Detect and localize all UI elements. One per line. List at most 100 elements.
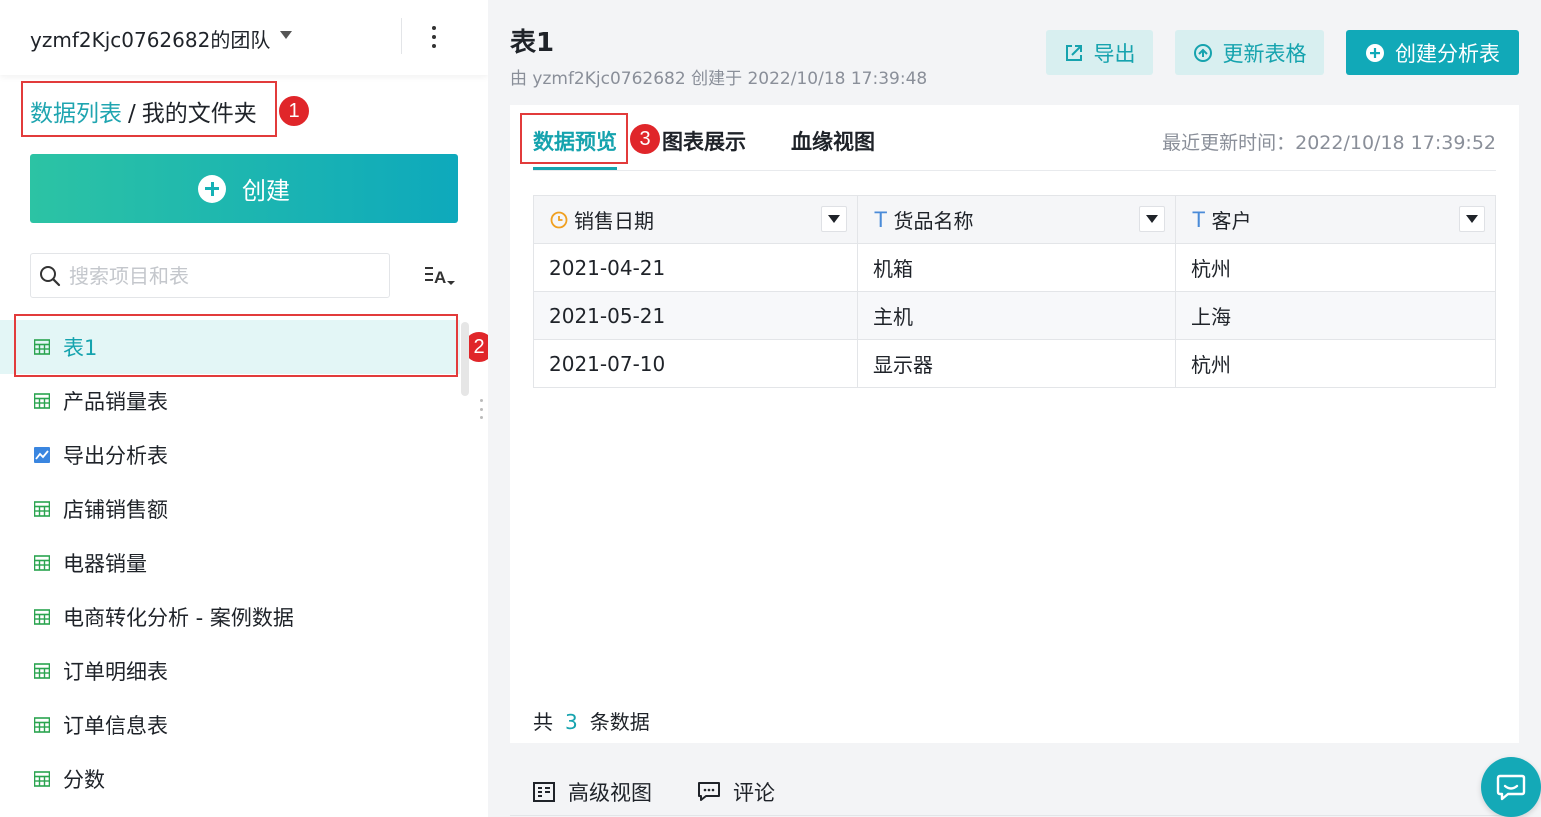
column-header-customer: T 客户 bbox=[1176, 196, 1495, 243]
refresh-icon bbox=[1193, 43, 1212, 62]
table-cell: 2021-04-21 bbox=[534, 244, 858, 291]
scrollbar[interactable] bbox=[461, 322, 469, 396]
list-item[interactable]: 导出分析表 bbox=[0, 428, 460, 482]
export-button[interactable]: 导出 bbox=[1046, 30, 1153, 75]
data-table: 销售日期 T 货品名称 T 客户 2021-04-21 机箱 杭州 2021-0… bbox=[533, 195, 1496, 388]
list-item-label: 订单信息表 bbox=[63, 714, 168, 738]
search-box bbox=[30, 253, 390, 298]
table-icon bbox=[34, 717, 50, 733]
advanced-view-icon bbox=[533, 782, 555, 802]
item-list: 表1 产品销量表 导出分析表 店铺销售额 电器销量 电商转化分析 - 案例数据 … bbox=[0, 320, 460, 806]
list-item-label: 电器销量 bbox=[63, 552, 147, 576]
team-bar: yzmf2Kjc0762682的团队 bbox=[0, 0, 488, 75]
clock-icon bbox=[550, 211, 568, 228]
search-icon bbox=[40, 265, 61, 286]
table-icon bbox=[34, 501, 50, 517]
comment-icon bbox=[698, 782, 720, 801]
advanced-view-button[interactable]: 高级视图 bbox=[533, 777, 652, 807]
export-icon bbox=[1065, 44, 1082, 61]
table-icon bbox=[34, 771, 50, 787]
chat-icon bbox=[1496, 774, 1526, 801]
text-type-icon: T bbox=[874, 206, 888, 232]
table-cell: 机箱 bbox=[858, 244, 1176, 291]
tab-chart-display[interactable]: 图表展示 bbox=[662, 126, 746, 156]
text-type-icon: T bbox=[1192, 206, 1206, 232]
list-item-label: 电商转化分析 - 案例数据 bbox=[63, 606, 294, 630]
table-icon bbox=[34, 393, 50, 409]
sort-icon[interactable]: A bbox=[422, 262, 456, 290]
list-item[interactable]: 电商转化分析 - 案例数据 bbox=[0, 590, 460, 644]
annotation-box-2 bbox=[14, 314, 458, 377]
list-item[interactable]: 分数 bbox=[0, 752, 460, 806]
list-item[interactable]: 店铺销售额 bbox=[0, 482, 460, 536]
comments-button[interactable]: 评论 bbox=[698, 777, 775, 807]
tab-lineage-view[interactable]: 血缘视图 bbox=[791, 126, 875, 156]
create-button[interactable]: 创建 bbox=[30, 154, 458, 223]
table-cell: 杭州 bbox=[1191, 353, 1231, 377]
column-dropdown-button[interactable] bbox=[1459, 206, 1485, 232]
row-count-suffix: 条数据 bbox=[589, 710, 650, 734]
table-header: 销售日期 T 货品名称 T 客户 bbox=[534, 196, 1495, 243]
main-panel: 表1 由 yzmf2Kjc0762682 创建于 2022/10/18 17:3… bbox=[488, 0, 1541, 817]
list-item[interactable]: 产品销量表 bbox=[0, 374, 460, 428]
annotation-box-1 bbox=[21, 81, 277, 137]
column-label: 客户 bbox=[1211, 209, 1252, 233]
list-item-label: 导出分析表 bbox=[63, 444, 168, 468]
list-item[interactable]: 电器销量 bbox=[0, 536, 460, 590]
list-item[interactable]: 订单信息表 bbox=[0, 698, 460, 752]
column-header-product-name: T 货品名称 bbox=[858, 196, 1176, 243]
divider bbox=[401, 18, 402, 54]
bottom-toolbar: 高级视图 评论 bbox=[510, 763, 1519, 817]
table-cell: 杭州 bbox=[1191, 257, 1231, 281]
list-item-label: 产品销量表 bbox=[63, 390, 168, 414]
create-button-label: 创建 bbox=[242, 177, 290, 205]
support-chat-button[interactable] bbox=[1481, 757, 1541, 817]
row-count: 共 3 条数据 bbox=[533, 706, 650, 735]
bottom-divider bbox=[510, 815, 1519, 816]
search-input[interactable] bbox=[69, 263, 369, 288]
annotation-box-3 bbox=[520, 113, 628, 164]
table-cell: 上海 bbox=[1191, 305, 1231, 329]
last-update-time: 最近更新时间：2022/10/18 17:39:52 bbox=[1162, 132, 1496, 154]
list-item-label: 分数 bbox=[63, 768, 105, 792]
page-subtitle: 由 yzmf2Kjc0762682 创建于 2022/10/18 17:39:4… bbox=[510, 69, 928, 89]
analysis-chart-icon bbox=[34, 447, 50, 463]
plus-circle-icon bbox=[198, 174, 226, 203]
column-header-sales-date: 销售日期 bbox=[534, 196, 858, 243]
sidebar: yzmf2Kjc0762682的团队 数据列表/我的文件夹 1 创建 A 表1 bbox=[0, 0, 495, 817]
table-row: 2021-04-21 机箱 杭州 bbox=[534, 243, 1495, 291]
column-dropdown-button[interactable] bbox=[1139, 206, 1165, 232]
advanced-view-label: 高级视图 bbox=[568, 781, 652, 805]
export-button-label: 导出 bbox=[1093, 41, 1136, 66]
table-row: 2021-05-21 主机 上海 bbox=[534, 291, 1495, 339]
table-row: 2021-07-10 显示器 杭州 bbox=[534, 339, 1495, 387]
table-icon bbox=[34, 663, 50, 679]
team-dropdown-caret-icon[interactable] bbox=[280, 31, 292, 39]
table-icon bbox=[34, 555, 50, 571]
annotation-badge-1: 1 bbox=[278, 95, 310, 127]
plus-circle-icon bbox=[1366, 43, 1384, 62]
team-name[interactable]: yzmf2Kjc0762682的团队 bbox=[30, 24, 270, 53]
column-label: 销售日期 bbox=[574, 209, 654, 233]
list-item-label: 店铺销售额 bbox=[63, 498, 168, 522]
table-cell: 主机 bbox=[858, 292, 1176, 339]
resize-handle[interactable] bbox=[480, 399, 484, 419]
svg-text:A: A bbox=[434, 268, 446, 287]
column-dropdown-button[interactable] bbox=[821, 206, 847, 232]
column-label: 货品名称 bbox=[893, 209, 974, 233]
update-table-button[interactable]: 更新表格 bbox=[1175, 30, 1324, 75]
annotation-badge-3: 3 bbox=[629, 123, 661, 155]
list-item[interactable]: 订单明细表 bbox=[0, 644, 460, 698]
row-count-prefix: 共 bbox=[533, 710, 553, 734]
create-analysis-button[interactable]: 创建分析表 bbox=[1346, 30, 1519, 75]
more-options-icon[interactable] bbox=[424, 24, 444, 50]
table-icon bbox=[34, 609, 50, 625]
table-cell: 2021-05-21 bbox=[534, 292, 858, 339]
table-cell: 显示器 bbox=[858, 340, 1176, 387]
table-cell: 2021-07-10 bbox=[534, 340, 858, 387]
tab-divider bbox=[533, 170, 1496, 171]
list-item-label: 订单明细表 bbox=[63, 660, 168, 684]
comments-label: 评论 bbox=[733, 781, 775, 805]
page-title: 表1 bbox=[510, 28, 555, 58]
create-analysis-button-label: 创建分析表 bbox=[1395, 41, 1500, 66]
